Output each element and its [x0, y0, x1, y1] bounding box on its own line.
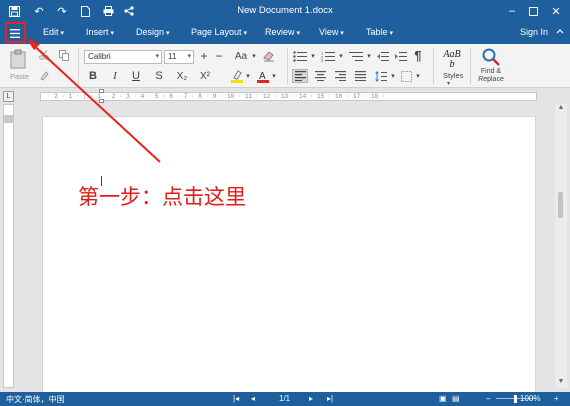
zoom-out-button[interactable]: – — [486, 394, 490, 403]
language-status[interactable]: 中文·简体，中国 — [6, 394, 65, 405]
web-layout-icon[interactable]: ▤ — [452, 394, 460, 403]
annotation-arrow — [26, 38, 161, 163]
zoom-in-button[interactable]: + — [554, 394, 559, 403]
status-bar: 中文·简体，中国 |◂ ◂ 1/1 ▸ ▸| ▣ ▤ – 100% + — [0, 392, 570, 406]
last-page-icon[interactable]: ▸| — [327, 394, 333, 403]
first-page-icon[interactable]: |◂ — [233, 394, 239, 403]
zoom-slider-thumb[interactable] — [514, 395, 517, 403]
print-layout-icon[interactable]: ▣ — [439, 394, 447, 403]
zoom-level[interactable]: 100% — [520, 394, 540, 403]
page-indicator: 1/1 — [279, 394, 291, 403]
prev-page-icon[interactable]: ◂ — [251, 394, 255, 403]
next-page-icon[interactable]: ▸ — [309, 394, 313, 403]
